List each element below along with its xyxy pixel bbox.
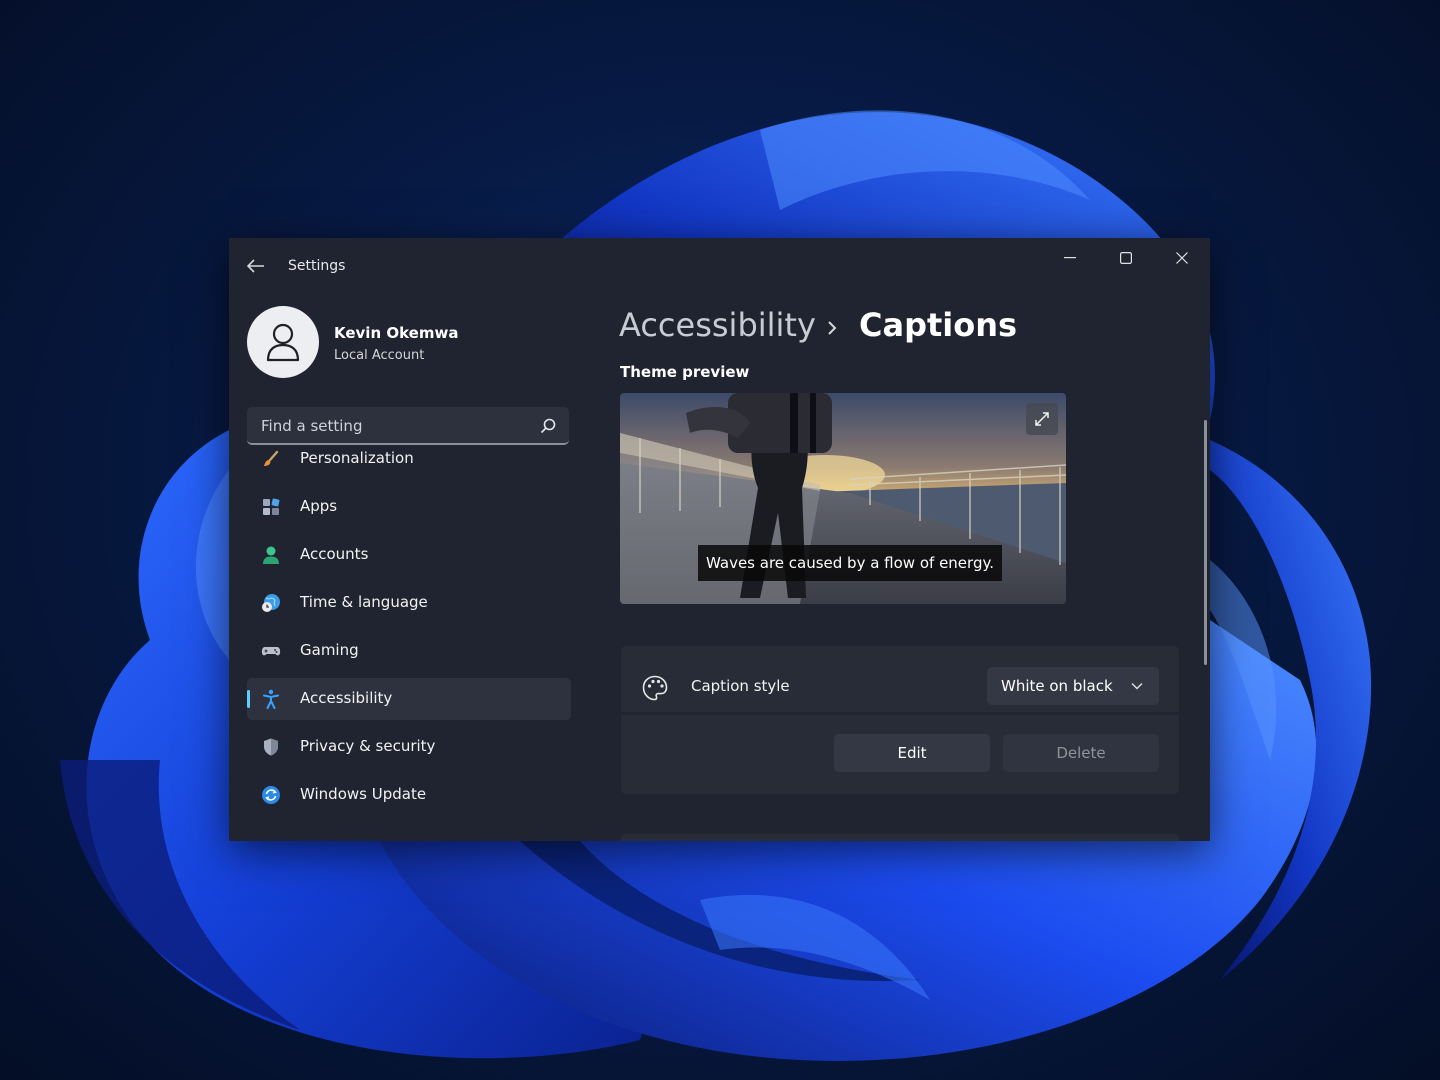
- sidebar-item-label: Windows Update: [300, 785, 427, 803]
- close-icon: [1176, 252, 1188, 264]
- selection-indicator: [247, 690, 250, 708]
- shield-icon: [264, 738, 278, 756]
- sidebar-item-label: Gaming: [300, 641, 359, 659]
- user-icon: [266, 323, 300, 362]
- sidebar-item-label: Personalization: [300, 450, 414, 467]
- account-type: Local Account: [334, 348, 425, 363]
- caption-style-dropdown[interactable]: White on black: [987, 667, 1159, 705]
- back-button[interactable]: [243, 254, 269, 278]
- user-name: Kevin Okemwa: [334, 324, 459, 342]
- sidebar-item-personalization[interactable]: Personalization: [247, 450, 571, 480]
- search-input[interactable]: [259, 414, 533, 438]
- theme-preview-label: Theme preview: [620, 363, 750, 381]
- sidebar-item-time-language[interactable]: Time & language: [247, 582, 571, 624]
- title-bar: Settings: [229, 238, 1210, 294]
- palette-icon: [642, 675, 668, 701]
- sidebar-item-windows-update[interactable]: Windows Update: [247, 774, 571, 816]
- breadcrumb-parent-link[interactable]: Accessibility: [619, 306, 816, 344]
- app-title: Settings: [288, 258, 346, 274]
- arrow-left-icon: [247, 259, 264, 273]
- search-icon[interactable]: [539, 417, 557, 435]
- sidebar-item-label: Accounts: [300, 545, 369, 563]
- chevron-down-icon: [1131, 683, 1143, 690]
- accessibility-icon: [263, 689, 279, 709]
- expand-icon: [1035, 412, 1049, 426]
- minimize-icon: [1064, 257, 1076, 259]
- page-title: Captions: [859, 306, 1018, 344]
- settings-window: Settings Kevin Okemwa Local Account Find…: [229, 238, 1210, 841]
- sidebar-item-accounts[interactable]: Accounts: [247, 534, 571, 576]
- delete-button[interactable]: Delete: [1003, 734, 1159, 772]
- gamepad-icon: [261, 647, 281, 656]
- sidebar-item-label: Apps: [300, 497, 338, 515]
- globe-clock-icon: [262, 594, 280, 612]
- chevron-right-icon: [828, 321, 837, 335]
- update-icon: [262, 786, 280, 804]
- next-card: [621, 834, 1179, 841]
- minimize-button[interactable]: [1047, 242, 1093, 274]
- sidebar-nav: Personalization Apps Accounts Time & lan…: [247, 450, 571, 841]
- sidebar-item-apps[interactable]: Apps: [247, 486, 571, 528]
- sidebar-item-label: Accessibility: [300, 689, 393, 707]
- theme-preview: Waves are caused by a flow of energy.: [620, 393, 1066, 604]
- search-box[interactable]: [247, 407, 569, 445]
- caption-style-card: Caption style White on black Edit Delete: [621, 646, 1179, 794]
- apps-icon: [263, 498, 280, 515]
- dropdown-selected-value: White on black: [1001, 677, 1113, 695]
- maximize-icon: [1120, 252, 1132, 264]
- maximize-button[interactable]: [1103, 242, 1149, 274]
- sidebar-item-label: Time & language: [300, 593, 428, 611]
- person-icon: [263, 546, 279, 564]
- caption-sample-text: Waves are caused by a flow of energy.: [698, 545, 1002, 581]
- sidebar-item-gaming[interactable]: Gaming: [247, 630, 571, 672]
- expand-preview-button[interactable]: [1026, 403, 1058, 435]
- close-button[interactable]: [1159, 242, 1205, 274]
- avatar: [247, 306, 319, 378]
- user-profile[interactable]: Kevin Okemwa Local Account: [247, 306, 567, 378]
- caption-style-label: Caption style: [691, 677, 790, 695]
- edit-button[interactable]: Edit: [834, 734, 990, 772]
- sidebar-item-accessibility[interactable]: Accessibility: [247, 678, 571, 720]
- sidebar-item-label: Privacy & security: [300, 737, 436, 755]
- paintbrush-icon: [264, 450, 279, 466]
- card-divider: [621, 712, 1179, 715]
- vertical-scrollbar[interactable]: [1204, 420, 1207, 665]
- sidebar-item-privacy-security[interactable]: Privacy & security: [247, 726, 571, 768]
